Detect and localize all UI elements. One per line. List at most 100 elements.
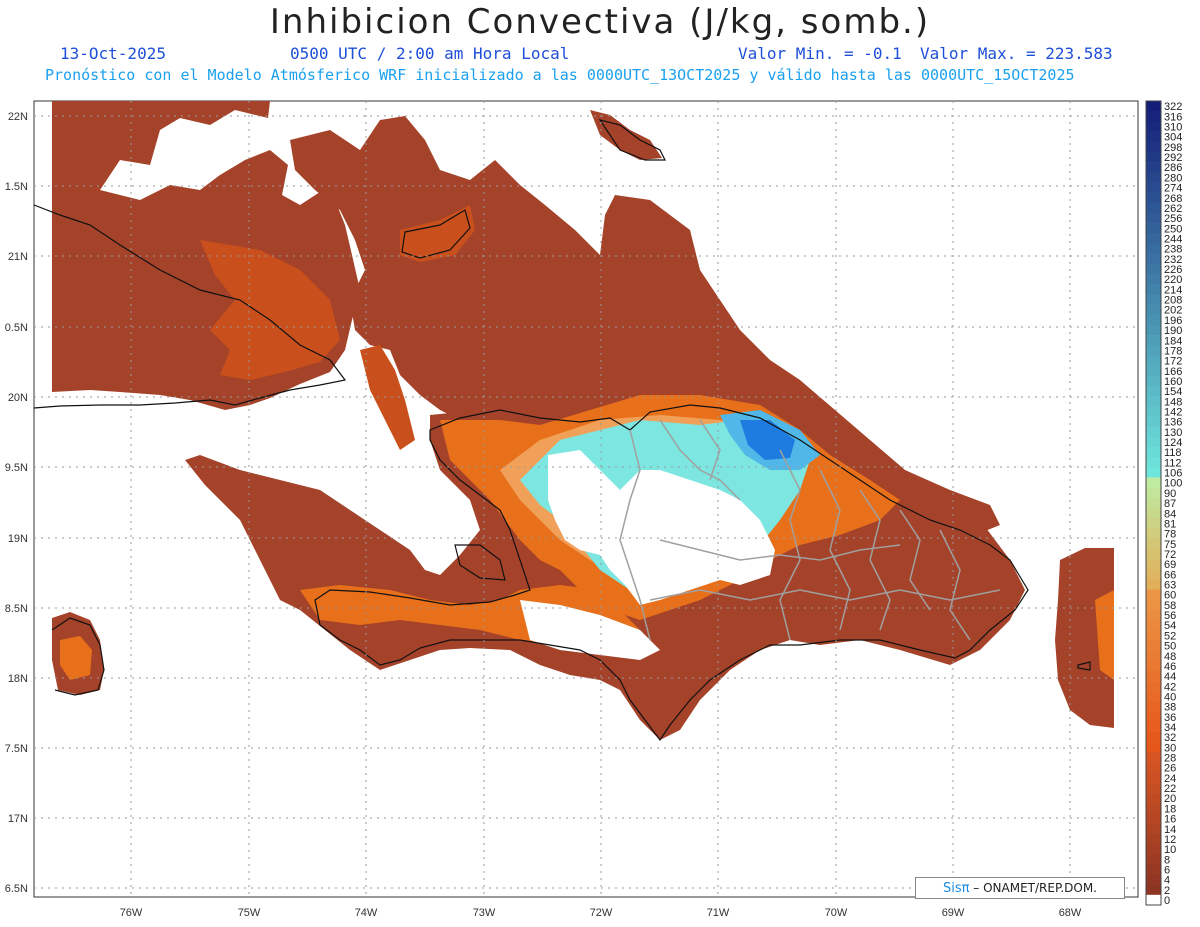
colorbar-swatch [1146, 131, 1161, 143]
colorbar-swatch [1146, 101, 1161, 112]
colorbar-swatch [1146, 324, 1161, 336]
colorbar-swatch [1146, 294, 1161, 305]
lat-label: 21N [8, 251, 28, 263]
colorbar-swatch [1146, 874, 1161, 885]
colorbar-swatch [1146, 721, 1161, 733]
sis-logo: Sisπ [942, 881, 970, 896]
colorbar-swatch [1146, 782, 1161, 794]
colorbar-swatch [1146, 548, 1161, 560]
lat-label: 9.5N [5, 462, 28, 474]
lon-label: 71W [707, 907, 730, 919]
colorbar-swatch [1146, 233, 1161, 244]
colorbar-swatch [1146, 803, 1161, 814]
colorbar-swatch [1146, 660, 1161, 672]
lon-label: 75W [238, 907, 261, 919]
colorbar-swatch [1146, 497, 1161, 509]
colorbar-swatch [1146, 508, 1161, 519]
colorbar-swatch [1146, 141, 1161, 153]
cin-field [52, 101, 1114, 740]
lat-label: 18N [8, 673, 28, 685]
colorbar-swatch [1146, 731, 1161, 743]
colorbar-swatch [1146, 843, 1161, 855]
colorbar-swatch [1146, 823, 1161, 835]
colorbar-swatch [1146, 518, 1161, 529]
colorbar-swatch [1146, 772, 1161, 784]
colorbar-swatch [1146, 528, 1161, 539]
colorbar-swatch [1146, 426, 1161, 438]
colorbar-swatch [1146, 436, 1161, 448]
colorbar-swatch [1146, 172, 1161, 183]
colorbar-swatch [1146, 345, 1161, 356]
credit-text: – ONAMET/REP.DOM. [973, 881, 1097, 895]
colorbar-swatch [1146, 538, 1161, 550]
colorbar-swatch [1146, 681, 1161, 692]
cin-map: 22N 1.5N 21N 0.5N 20N 9.5N 19N 8.5N 18N … [5, 100, 1182, 919]
lat-label: 0.5N [5, 322, 28, 334]
colorbar: 3223163103042982922862802742682622562502… [1145, 100, 1182, 907]
colorbar-swatch [1146, 742, 1161, 753]
colorbar-swatch [1146, 355, 1161, 366]
colorbar-swatch [1146, 335, 1161, 346]
colorbar-swatch [1146, 416, 1161, 427]
lat-labels: 22N 1.5N 21N 0.5N 20N 9.5N 19N 8.5N 18N … [5, 111, 28, 895]
colorbar-swatch [1146, 894, 1161, 906]
colorbar-swatch [1146, 162, 1161, 173]
colorbar-swatch [1146, 406, 1161, 417]
lat-label: 6.5N [5, 883, 28, 895]
colorbar-swatch [1146, 477, 1161, 489]
lon-label: 68W [1059, 907, 1082, 919]
colorbar-swatch [1146, 212, 1161, 224]
colorbar-swatch [1146, 447, 1161, 458]
colorbar-swatch [1146, 396, 1161, 407]
colorbar-swatch [1146, 284, 1161, 295]
colorbar-swatch [1146, 630, 1161, 641]
colorbar-swatch [1146, 833, 1161, 845]
lat-label: 1.5N [5, 181, 28, 193]
colorbar-swatch [1146, 701, 1161, 712]
colorbar-swatch [1146, 457, 1161, 468]
colorbar-swatch [1146, 111, 1161, 122]
colorbar-swatch [1146, 314, 1161, 326]
colorbar-label: 0 [1164, 895, 1170, 907]
colorbar-swatch [1146, 864, 1161, 875]
colorbar-swatch [1146, 762, 1161, 773]
colorbar-swatch [1146, 558, 1161, 570]
colorbar-swatch [1146, 579, 1161, 590]
lat-label: 7.5N [5, 743, 28, 755]
colorbar-swatch [1146, 670, 1161, 682]
colorbar-swatch [1146, 375, 1161, 387]
lon-label: 76W [120, 907, 143, 919]
colorbar-swatch [1146, 813, 1161, 824]
lon-label: 74W [355, 907, 378, 919]
colorbar-swatch [1146, 487, 1161, 499]
colorbar-swatch [1146, 223, 1161, 234]
colorbar-swatch [1146, 640, 1161, 651]
colorbar-swatch [1146, 467, 1161, 478]
colorbar-swatch [1146, 253, 1161, 265]
lon-labels: 76W 75W 74W 73W 72W 71W 70W 69W 68W [120, 907, 1082, 919]
credit-box: Sisπ – ONAMET/REP.DOM. [915, 877, 1125, 899]
colorbar-swatch [1146, 599, 1161, 611]
colorbar-swatch [1146, 650, 1161, 662]
lon-label: 73W [473, 907, 496, 919]
colorbar-swatch [1146, 569, 1161, 580]
colorbar-swatch [1146, 589, 1161, 600]
colorbar-swatch [1146, 243, 1161, 254]
colorbar-swatch [1146, 304, 1161, 316]
lat-label: 19N [8, 533, 28, 545]
lat-label: 22N [8, 111, 28, 123]
colorbar-swatch [1146, 793, 1161, 804]
colorbar-swatch [1146, 121, 1161, 132]
lat-label: 8.5N [5, 603, 28, 615]
lat-label: 17N [8, 813, 28, 825]
colorbar-swatch [1146, 854, 1161, 865]
colorbar-swatch [1146, 609, 1161, 621]
colorbar-swatch [1146, 192, 1161, 204]
colorbar-swatch [1146, 274, 1161, 285]
lon-label: 70W [825, 907, 848, 919]
colorbar-swatch [1146, 385, 1161, 397]
colorbar-swatch [1146, 884, 1161, 896]
colorbar-swatch [1146, 752, 1161, 763]
colorbar-swatch [1146, 151, 1161, 163]
colorbar-swatch [1146, 620, 1161, 631]
